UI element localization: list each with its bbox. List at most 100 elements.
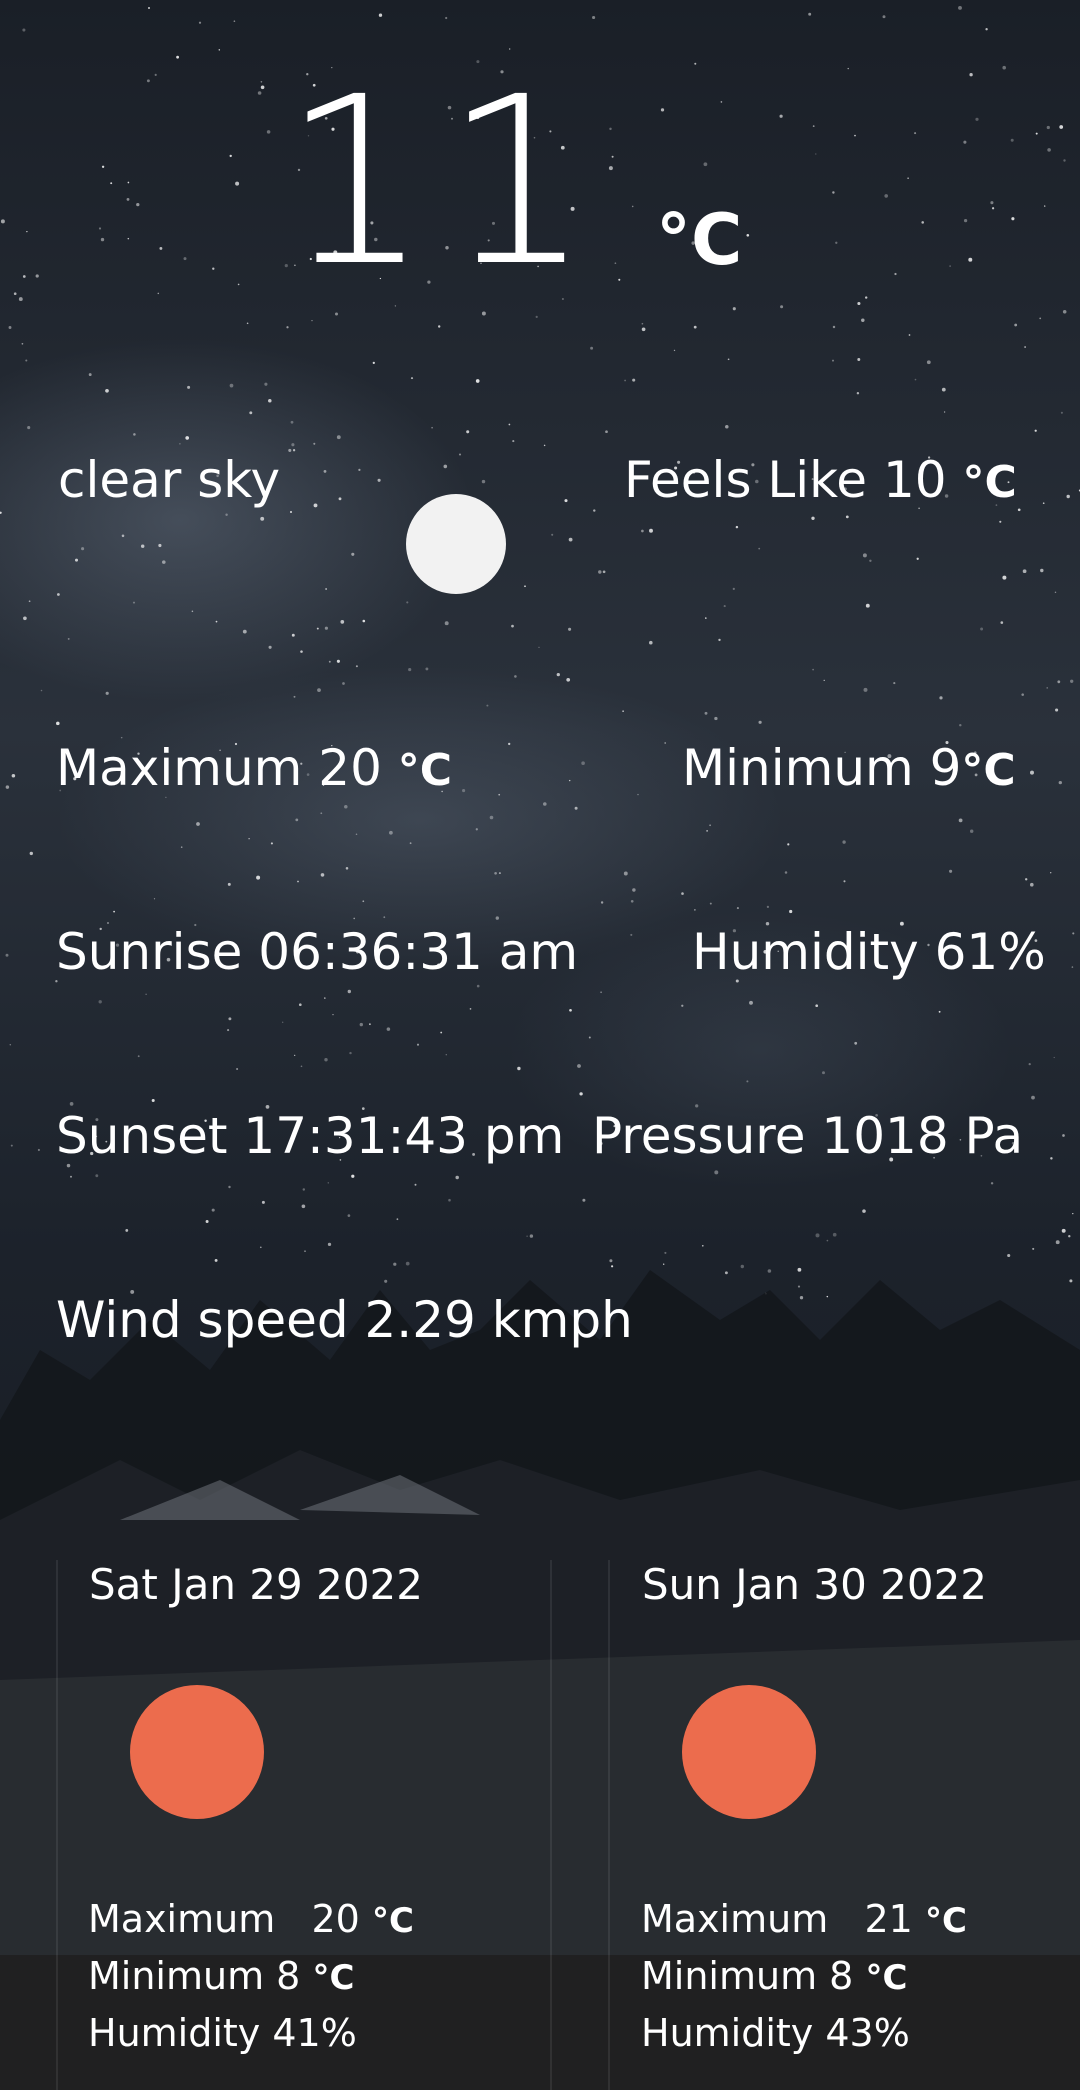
star bbox=[270, 842, 273, 845]
star bbox=[736, 907, 739, 910]
forecast-minimum: Minimum 8 °C bbox=[641, 1953, 907, 2001]
star bbox=[1058, 780, 1062, 785]
star bbox=[914, 132, 917, 135]
star bbox=[884, 194, 888, 198]
forecast-date: Sun Jan 30 2022 bbox=[642, 1560, 988, 1609]
star bbox=[703, 162, 708, 167]
star bbox=[358, 468, 361, 472]
star bbox=[649, 640, 653, 645]
star bbox=[489, 815, 494, 820]
star bbox=[1046, 125, 1050, 130]
star bbox=[27, 426, 31, 430]
star bbox=[538, 646, 540, 649]
star bbox=[1070, 679, 1074, 683]
star bbox=[826, 1239, 829, 1242]
star bbox=[991, 207, 995, 210]
star bbox=[408, 668, 412, 672]
star bbox=[198, 21, 202, 24]
star bbox=[475, 379, 480, 383]
star bbox=[664, 1251, 667, 1254]
star bbox=[618, 278, 621, 281]
star bbox=[21, 342, 24, 345]
star bbox=[349, 1051, 352, 1055]
star bbox=[148, 7, 150, 9]
star bbox=[579, 1092, 583, 1096]
star bbox=[176, 55, 179, 59]
star bbox=[320, 873, 325, 877]
star bbox=[236, 1067, 239, 1071]
star bbox=[57, 593, 60, 596]
star bbox=[98, 1000, 102, 1004]
star bbox=[268, 645, 272, 649]
star bbox=[187, 385, 191, 389]
star bbox=[568, 779, 571, 782]
star bbox=[681, 1004, 684, 1007]
star bbox=[10, 1144, 13, 1147]
star bbox=[458, 453, 462, 456]
star bbox=[949, 869, 953, 873]
star bbox=[611, 155, 614, 158]
star bbox=[353, 917, 356, 920]
star bbox=[600, 901, 604, 904]
forecast-max-label: Maximum bbox=[641, 1897, 829, 1941]
star bbox=[1031, 1095, 1035, 1100]
star bbox=[416, 1043, 420, 1046]
star bbox=[462, 789, 466, 793]
star bbox=[362, 900, 365, 903]
minimum-temp: Minimum 9°C bbox=[682, 738, 1016, 801]
star bbox=[443, 464, 448, 469]
star bbox=[344, 804, 348, 809]
star bbox=[481, 479, 486, 484]
star bbox=[630, 899, 634, 903]
star bbox=[162, 560, 166, 564]
star bbox=[340, 620, 345, 624]
maximum-unit: °C bbox=[397, 745, 453, 796]
star bbox=[495, 916, 499, 920]
star bbox=[256, 875, 261, 880]
star bbox=[325, 588, 327, 590]
star bbox=[1050, 872, 1052, 874]
star bbox=[205, 1220, 209, 1223]
star bbox=[347, 1214, 351, 1217]
star bbox=[29, 851, 33, 856]
star bbox=[121, 534, 125, 538]
star bbox=[327, 1182, 330, 1184]
star bbox=[526, 1235, 528, 1237]
star bbox=[311, 320, 313, 322]
star bbox=[1010, 138, 1014, 142]
star bbox=[486, 704, 489, 707]
star bbox=[1044, 205, 1046, 207]
star bbox=[372, 361, 375, 365]
star bbox=[1030, 882, 1034, 887]
star bbox=[410, 377, 414, 380]
star bbox=[291, 443, 295, 447]
star bbox=[1007, 1253, 1011, 1258]
star bbox=[293, 695, 296, 698]
star bbox=[815, 1004, 819, 1008]
star bbox=[1022, 569, 1027, 574]
star bbox=[749, 1000, 753, 1005]
star bbox=[664, 742, 667, 744]
star bbox=[609, 127, 612, 131]
star bbox=[990, 201, 994, 205]
star bbox=[624, 379, 626, 382]
star bbox=[1059, 125, 1064, 129]
star bbox=[266, 130, 271, 134]
star bbox=[291, 633, 295, 637]
card-divider bbox=[608, 1560, 610, 2090]
forecast-max-value: 21 bbox=[864, 1897, 913, 1941]
star bbox=[1062, 1134, 1065, 1137]
star bbox=[693, 325, 697, 329]
star bbox=[1002, 575, 1007, 580]
star bbox=[9, 1044, 12, 1046]
star bbox=[469, 1008, 472, 1010]
star bbox=[140, 544, 145, 548]
humidity: Humidity 61% bbox=[692, 923, 1046, 981]
maximum-temp: Maximum 20 °C bbox=[56, 738, 452, 801]
star bbox=[861, 318, 865, 322]
star bbox=[324, 1057, 328, 1062]
feels-like-unit: °C bbox=[962, 457, 1017, 508]
star bbox=[23, 616, 27, 621]
star bbox=[822, 1071, 825, 1075]
star bbox=[921, 221, 924, 224]
